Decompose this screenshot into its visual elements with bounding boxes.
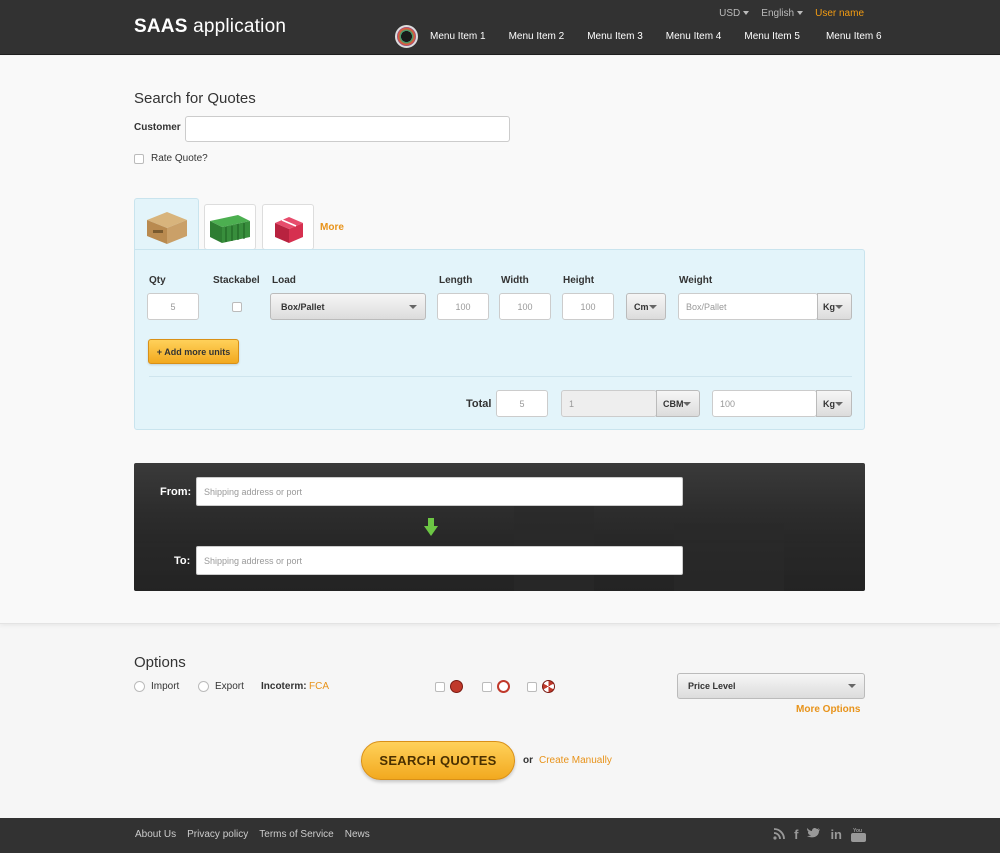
volume-unit-select[interactable]: CBM bbox=[656, 390, 700, 417]
import-radio[interactable] bbox=[134, 681, 145, 692]
logo-bold-text: SAAS bbox=[134, 16, 188, 37]
hazard-toxic-checkbox[interactable] bbox=[482, 682, 492, 692]
footer-links: About Us Privacy policy Terms of Service… bbox=[135, 829, 370, 840]
customer-label: Customer bbox=[134, 122, 181, 133]
height-input[interactable]: 100 bbox=[562, 293, 614, 320]
radioactive-hazard-icon bbox=[542, 680, 555, 693]
length-input[interactable]: 100 bbox=[437, 293, 489, 320]
options-title: Options bbox=[134, 654, 186, 671]
length-header: Length bbox=[439, 275, 473, 286]
total-qty-input[interactable]: 5 bbox=[496, 390, 548, 417]
toxic-hazard-icon bbox=[497, 680, 510, 693]
rate-quote-checkbox[interactable] bbox=[134, 154, 144, 164]
tab-container[interactable] bbox=[204, 204, 256, 250]
qty-input[interactable]: 5 bbox=[147, 293, 199, 320]
total-weight-input[interactable]: 100 bbox=[712, 390, 817, 417]
to-label: To: bbox=[174, 555, 191, 567]
weight-input[interactable]: Box/Pallet bbox=[678, 293, 818, 320]
customer-input[interactable] bbox=[185, 116, 510, 142]
logo-rest-text: application bbox=[187, 16, 287, 37]
total-volume-input[interactable]: 1 bbox=[561, 390, 657, 417]
add-more-units-button[interactable]: + Add more units bbox=[148, 339, 239, 364]
language-dropdown[interactable]: English bbox=[761, 8, 803, 19]
incoterm-label: Incoterm: bbox=[261, 681, 307, 692]
tab-gift[interactable] bbox=[262, 204, 314, 250]
dimension-unit-select[interactable]: Cm bbox=[626, 293, 666, 320]
footer-link-news[interactable]: News bbox=[345, 829, 370, 840]
rss-icon[interactable] bbox=[773, 827, 785, 846]
create-manually-link[interactable]: Create Manually bbox=[539, 755, 612, 766]
from-label: From: bbox=[160, 486, 192, 498]
nav-menu-item-4[interactable]: Menu Item 4 bbox=[666, 31, 722, 42]
main-nav: Menu Item 1 Menu Item 2 Menu Item 3 Menu… bbox=[430, 31, 882, 42]
stackable-checkbox[interactable] bbox=[232, 302, 242, 312]
flammable-hazard-icon bbox=[450, 680, 463, 693]
footer-link-about[interactable]: About Us bbox=[135, 829, 176, 840]
footer: About Us Privacy policy Terms of Service… bbox=[0, 818, 1000, 853]
gift-box-icon bbox=[275, 211, 303, 243]
from-address-input[interactable]: Shipping address or port bbox=[196, 477, 683, 506]
svg-text:You: You bbox=[853, 828, 862, 834]
linkedin-icon[interactable]: in bbox=[830, 827, 842, 846]
load-header: Load bbox=[272, 275, 296, 286]
nav-menu-item-6[interactable]: Menu Item 6 bbox=[826, 31, 882, 42]
search-quotes-button[interactable]: SEARCH QUOTES bbox=[361, 741, 515, 780]
more-options-link[interactable]: More Options bbox=[796, 704, 860, 715]
twitter-icon[interactable] bbox=[807, 827, 821, 846]
rate-quote-label: Rate Quote? bbox=[151, 153, 208, 164]
panel-divider bbox=[149, 376, 852, 377]
hazard-radioactive-checkbox[interactable] bbox=[527, 682, 537, 692]
width-header: Width bbox=[501, 275, 529, 286]
hazard-flammable-checkbox[interactable] bbox=[435, 682, 445, 692]
total-label: Total bbox=[466, 398, 492, 410]
footer-link-privacy[interactable]: Privacy policy bbox=[187, 829, 248, 840]
page-title: Search for Quotes bbox=[134, 90, 256, 107]
nav-menu-item-2[interactable]: Menu Item 2 bbox=[509, 31, 565, 42]
youtube-icon[interactable]: You bbox=[851, 827, 866, 846]
user-name-link[interactable]: User name bbox=[815, 8, 864, 19]
facebook-icon[interactable]: f bbox=[794, 827, 798, 846]
social-links: f in You bbox=[773, 827, 866, 846]
incoterm-value-link[interactable]: FCA bbox=[309, 681, 329, 692]
footer-link-terms[interactable]: Terms of Service bbox=[259, 829, 333, 840]
price-level-select[interactable]: Price Level bbox=[677, 673, 865, 699]
app-logo[interactable]: SAAS application bbox=[134, 16, 286, 38]
weight-header: Weight bbox=[679, 275, 713, 286]
cardboard-box-icon bbox=[147, 212, 187, 244]
weight-unit-select[interactable]: Kg bbox=[817, 293, 852, 320]
nav-menu-item-3[interactable]: Menu Item 3 bbox=[587, 31, 643, 42]
tab-box[interactable] bbox=[134, 198, 199, 251]
top-header: SAAS application USD English User name M… bbox=[0, 0, 1000, 55]
stackable-header: Stackabel bbox=[213, 275, 260, 286]
height-header: Height bbox=[563, 275, 595, 286]
load-select[interactable]: Box/Pallet bbox=[270, 293, 426, 320]
globe-icon[interactable] bbox=[395, 25, 418, 48]
qty-header: Qty bbox=[149, 275, 166, 286]
top-utility-bar: USD English User name bbox=[719, 8, 864, 19]
export-radio[interactable] bbox=[198, 681, 209, 692]
or-text: or bbox=[523, 755, 533, 766]
import-label: Import bbox=[151, 681, 180, 692]
route-section: From: Shipping address or port To: Shipp… bbox=[134, 463, 865, 591]
total-weight-unit-select[interactable]: Kg bbox=[816, 390, 852, 417]
arrow-down-icon bbox=[424, 518, 438, 536]
units-panel: Qty Stackabel Load Length Width Height W… bbox=[134, 249, 865, 430]
width-input[interactable]: 100 bbox=[499, 293, 551, 320]
nav-menu-item-5[interactable]: Menu Item 5 bbox=[744, 31, 800, 42]
nav-menu-item-1[interactable]: Menu Item 1 bbox=[430, 31, 486, 42]
more-tabs-link[interactable]: More bbox=[320, 222, 344, 233]
export-label: Export bbox=[215, 681, 244, 692]
to-address-input[interactable]: Shipping address or port bbox=[196, 546, 683, 575]
shipping-container-icon bbox=[210, 215, 250, 243]
currency-dropdown[interactable]: USD bbox=[719, 8, 749, 19]
